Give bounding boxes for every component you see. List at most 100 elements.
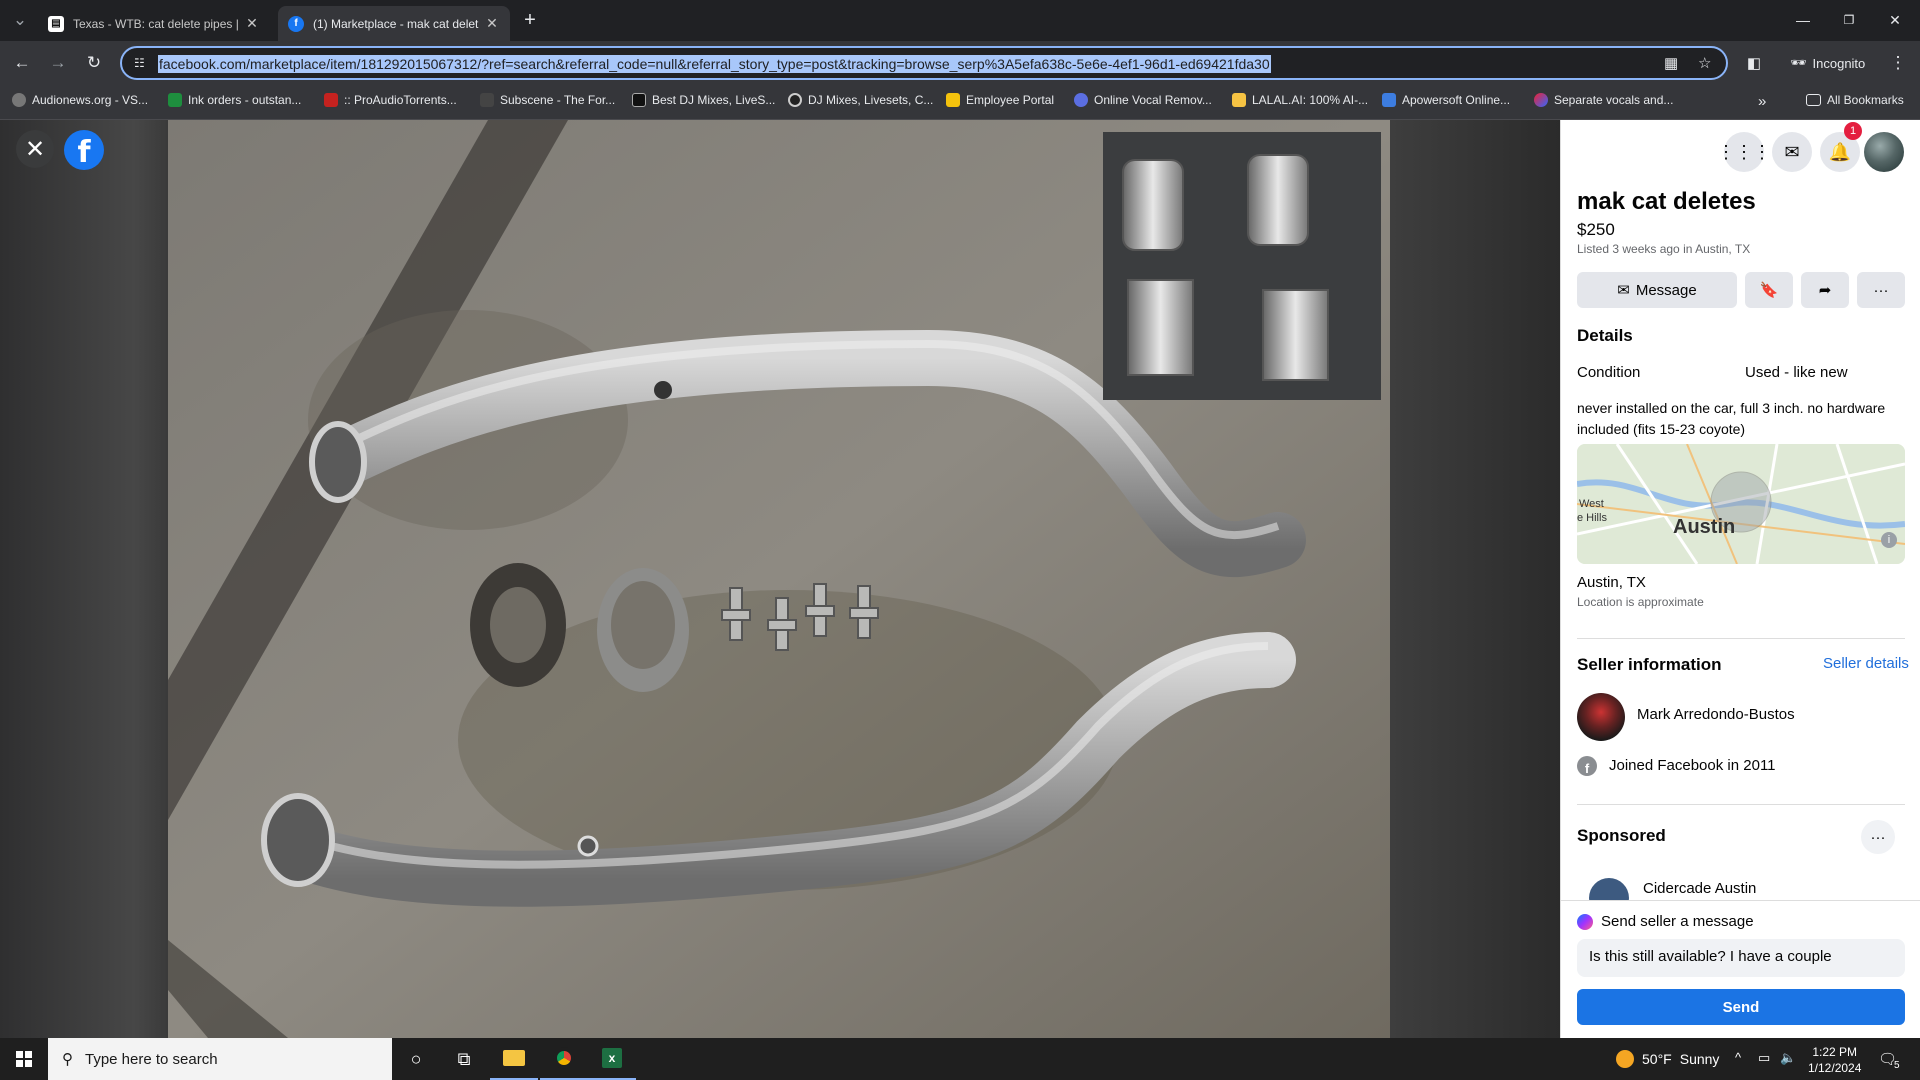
bookmark-label: All Bookmarks bbox=[1827, 93, 1904, 107]
search-icon: ⚲ bbox=[62, 1051, 73, 1068]
map-info-icon[interactable]: i bbox=[1881, 532, 1897, 548]
forward-button[interactable]: → bbox=[44, 49, 72, 77]
bookmark-dj-mixes-livesets[interactable]: DJ Mixes, Livesets, C... bbox=[788, 93, 933, 107]
tab-marketplace[interactable]: f (1) Marketplace - mak cat delet ✕ bbox=[278, 6, 510, 41]
bookmark-label: DJ Mixes, Livesets, C... bbox=[808, 93, 934, 107]
bookmark-star-icon[interactable]: ☆ bbox=[1698, 54, 1711, 72]
bookmark-lalal-ai[interactable]: LALAL.AI: 100% AI-... bbox=[1232, 93, 1368, 107]
browser-tab-strip: ⌄ ▤ Texas - WTB: cat delete pipes | ✕ f … bbox=[0, 0, 1920, 41]
apowersoft-icon bbox=[1382, 93, 1396, 107]
seller-avatar[interactable] bbox=[1577, 693, 1625, 741]
menu-grid-icon[interactable]: ⋮⋮⋮ bbox=[1717, 132, 1771, 172]
excel-icon[interactable]: x bbox=[588, 1038, 636, 1080]
condition-value: Used - like new bbox=[1745, 364, 1848, 381]
bookmark-employee-portal[interactable]: Employee Portal bbox=[946, 93, 1054, 107]
location-map[interactable]: West e Hills Austin i bbox=[1577, 444, 1905, 564]
chrome-icon[interactable] bbox=[540, 1038, 588, 1080]
send-button[interactable]: Send bbox=[1577, 989, 1905, 1025]
more-options-button[interactable]: ··· bbox=[1857, 272, 1905, 308]
taskbar-search-box[interactable]: ⚲ Type here to search bbox=[48, 1038, 392, 1080]
file-explorer-icon[interactable] bbox=[490, 1038, 538, 1080]
all-bookmarks-folder[interactable]: All Bookmarks bbox=[1806, 93, 1904, 107]
more-bookmarks-button[interactable]: » bbox=[1758, 93, 1766, 110]
clock-time: 1:22 PM bbox=[1812, 1045, 1858, 1059]
account-avatar[interactable] bbox=[1864, 132, 1904, 172]
bookmark-audionews[interactable]: Audionews.org - VS... bbox=[12, 93, 148, 107]
cortana-icon[interactable]: ○ bbox=[392, 1038, 440, 1080]
incognito-indicator[interactable]: 🕶 Incognito bbox=[1780, 50, 1875, 76]
windows-start-button[interactable] bbox=[0, 1038, 48, 1080]
dj-icon bbox=[788, 93, 802, 107]
clock-date: 1/12/2024 bbox=[1808, 1061, 1862, 1075]
separate-vocals-icon bbox=[1534, 93, 1548, 107]
photo-viewer: ✕ f bbox=[0, 120, 1560, 1038]
bookmark-label: LALAL.AI: 100% AI-... bbox=[1252, 93, 1369, 107]
divider bbox=[1577, 638, 1905, 639]
task-view-icon[interactable]: ⧉ bbox=[440, 1038, 488, 1080]
bookmark-label: Subscene - The For... bbox=[500, 93, 616, 107]
bookmark-separate-vocals[interactable]: Separate vocals and... bbox=[1534, 93, 1673, 107]
weather-temperature: 50°F bbox=[1642, 1051, 1672, 1067]
volume-icon[interactable]: 🔈 bbox=[1780, 1050, 1796, 1066]
incognito-label: Incognito bbox=[1812, 55, 1866, 71]
bookmark-label: Best DJ Mixes, LiveS... bbox=[652, 93, 776, 107]
facebook-icon: f bbox=[288, 15, 304, 32]
share-button[interactable]: ➦ bbox=[1801, 272, 1849, 308]
address-bar[interactable]: ☷ facebook.com/marketplace/item/18129201… bbox=[120, 46, 1728, 80]
condition-label: Condition bbox=[1577, 364, 1641, 381]
map-graphic bbox=[1577, 444, 1905, 564]
more-dots-icon: ··· bbox=[1873, 281, 1889, 299]
bookmark-icon: 🔖 bbox=[1759, 282, 1779, 299]
share-arrow-icon: ➦ bbox=[1818, 282, 1832, 299]
site-info-icon[interactable]: ☷ bbox=[134, 56, 145, 70]
location-text: Austin, TX bbox=[1577, 574, 1646, 591]
seller-name[interactable]: Mark Arredondo-Bustos bbox=[1637, 706, 1795, 723]
sponsored-advertiser-name[interactable]: Cidercade Austin bbox=[1643, 880, 1756, 897]
url-text[interactable]: facebook.com/marketplace/item/1812920150… bbox=[158, 55, 1271, 73]
bookmark-apowersoft[interactable]: Apowersoft Online... bbox=[1382, 93, 1510, 107]
facebook-logo-icon[interactable]: f bbox=[64, 130, 104, 170]
reload-button[interactable]: ↻ bbox=[80, 49, 108, 77]
details-heading: Details bbox=[1577, 326, 1633, 345]
minimize-button[interactable]: — bbox=[1780, 6, 1826, 34]
close-viewer-button[interactable]: ✕ bbox=[16, 130, 54, 168]
bookmark-best-dj-mixes[interactable]: Best DJ Mixes, LiveS... bbox=[632, 93, 775, 107]
qr-code-icon[interactable]: ▦ bbox=[1664, 54, 1678, 72]
map-label-hills: e Hills bbox=[1577, 512, 1607, 524]
seller-details-link[interactable]: Seller details bbox=[1823, 655, 1909, 672]
weather-widget[interactable]: 50°F Sunny bbox=[1616, 1050, 1719, 1068]
listing-price: $250 bbox=[1577, 220, 1615, 239]
mixes-icon bbox=[632, 93, 646, 107]
message-button[interactable]: ✉ Message bbox=[1577, 272, 1737, 308]
tab-search-chevron-icon[interactable]: ⌄ bbox=[6, 6, 34, 34]
browser-menu-icon[interactable]: ⋮ bbox=[1884, 49, 1912, 77]
side-panel-icon[interactable]: ◧ bbox=[1740, 49, 1768, 77]
close-window-button[interactable]: ✕ bbox=[1872, 6, 1918, 34]
system-clock[interactable]: 1:22 PM 1/12/2024 bbox=[1808, 1044, 1861, 1076]
restore-button[interactable]: ❐ bbox=[1826, 6, 1872, 34]
lalal-icon bbox=[1232, 93, 1246, 107]
bookmark-online-vocal-remover[interactable]: Online Vocal Remov... bbox=[1074, 93, 1212, 107]
tab-texas-wtb[interactable]: ▤ Texas - WTB: cat delete pipes | ✕ bbox=[38, 6, 270, 41]
back-button[interactable]: ← bbox=[8, 49, 36, 77]
bookmark-subscene[interactable]: Subscene - The For... bbox=[480, 93, 615, 107]
close-tab-icon[interactable]: ✕ bbox=[484, 15, 500, 32]
network-icon[interactable]: ▭ bbox=[1758, 1050, 1770, 1066]
new-tab-button[interactable]: + bbox=[516, 6, 544, 34]
joined-date: Joined Facebook in 2011 bbox=[1609, 757, 1776, 774]
location-note: Location is approximate bbox=[1577, 595, 1704, 609]
show-hidden-icons-chevron-icon[interactable]: ^ bbox=[1735, 1050, 1741, 1065]
messenger-icon: ✉ bbox=[1617, 282, 1630, 299]
messenger-icon[interactable]: ✉ bbox=[1772, 132, 1812, 172]
bookmark-proaudiotorrents[interactable]: :: ProAudioTorrents... bbox=[324, 93, 457, 107]
message-input[interactable]: Is this still available? I have a couple bbox=[1577, 939, 1905, 977]
bookmark-ink-orders[interactable]: Ink orders - outstan... bbox=[168, 93, 301, 107]
close-tab-icon[interactable]: ✕ bbox=[244, 15, 260, 32]
sponsored-more-button[interactable]: ··· bbox=[1861, 820, 1895, 854]
bookmarks-bar: Audionews.org - VS... Ink orders - outst… bbox=[0, 84, 1920, 120]
bookmark-label: Ink orders - outstan... bbox=[188, 93, 302, 107]
message-button-label: Message bbox=[1635, 281, 1697, 299]
save-button[interactable]: 🔖 bbox=[1745, 272, 1793, 308]
listing-photo[interactable] bbox=[168, 120, 1390, 1038]
send-message-box: Send seller a message Is this still avai… bbox=[1561, 900, 1920, 1038]
